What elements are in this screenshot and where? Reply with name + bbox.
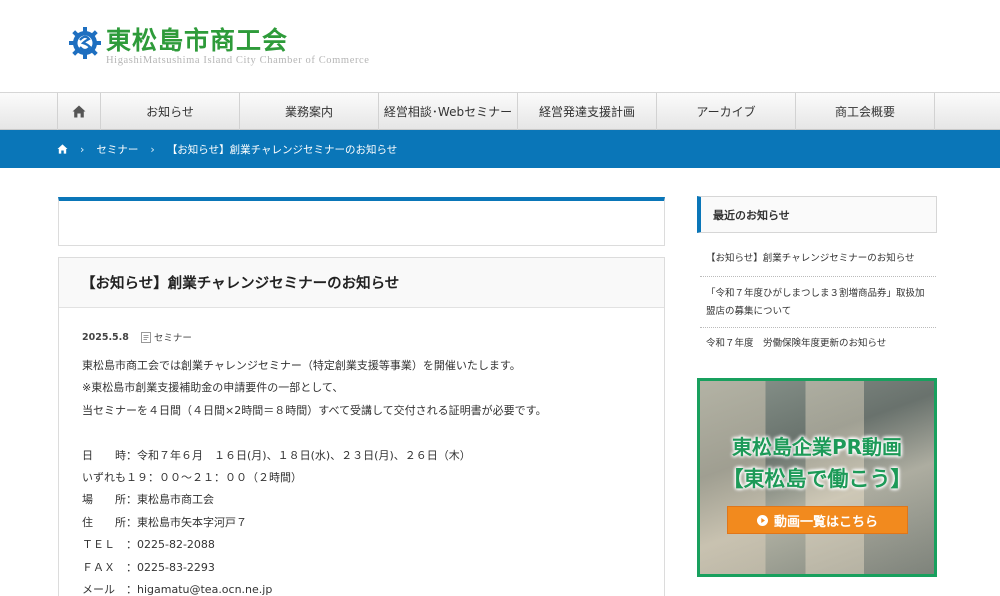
sidebar-recent-heading: 最近のお知らせ <box>697 196 937 233</box>
document-icon <box>140 331 151 343</box>
pr-video-banner[interactable]: 東松島企業PR動画 【東松島で働こう】 動画一覧はこちら <box>697 378 937 577</box>
post-article: 【お知らせ】創業チャレンジセミナーのお知らせ 2025.5.8 セミナー 東松島… <box>58 257 665 596</box>
nav-item-archive[interactable]: アーカイブ <box>657 93 796 130</box>
global-nav: お知らせ 業務案内 経営相談･Webセミナー 経営発達支援計画 アーカイブ 商工… <box>0 92 1000 130</box>
breadcrumb-separator: › <box>150 142 155 156</box>
breadcrumb-separator: › <box>80 142 85 156</box>
logo-subtitle: HigashiMatsushima Island City Chamber of… <box>106 55 370 66</box>
content-top-box <box>58 197 665 246</box>
post-body-line: 当セミナーを４日間（４日間×2時間＝８時間）すべて受講して交付される証明書が必要… <box>82 403 547 417</box>
nav-item-about[interactable]: 商工会概要 <box>796 93 935 130</box>
banner-subtitle: 【東松島で働こう】 <box>722 467 912 491</box>
video-list-button[interactable]: 動画一覧はこちら <box>727 506 908 534</box>
post-body-line: ＦＡＸ ：0225-83-2293 <box>82 560 215 574</box>
post-body-line: ※東松島市創業支援補助金の申請要件の一部として、 <box>82 381 344 395</box>
post-date: 2025.5.8 <box>82 331 129 343</box>
post-body-line: ＴＥＬ ：0225-82-2088 <box>82 538 215 552</box>
post-meta: 2025.5.8 セミナー <box>82 330 192 344</box>
home-icon <box>72 105 86 118</box>
site-logo[interactable]: 東松島市商工会 HigashiMatsushima Island City Ch… <box>68 26 370 66</box>
post-body-line: 場 所：東松島市商工会 <box>82 493 214 507</box>
post-body-line <box>82 422 547 444</box>
post-body-line: いずれも１９：００〜２１：００（２時間） <box>82 470 302 484</box>
breadcrumb-home-icon[interactable] <box>57 144 68 154</box>
video-list-button-label: 動画一覧はこちら <box>773 514 878 530</box>
post-category-link[interactable]: セミナー <box>154 330 192 344</box>
sidebar-recent-list: 【お知らせ】創業チャレンジセミナーのお知らせ 「令和７年度ひがしまつしま３割増商… <box>700 241 936 359</box>
breadcrumb-item-seminar[interactable]: セミナー <box>96 142 138 157</box>
breadcrumb: › セミナー › 【お知らせ】創業チャレンジセミナーのお知らせ <box>0 130 1000 168</box>
nav-item-news[interactable]: お知らせ <box>101 93 240 130</box>
sidebar-recent-item[interactable]: 令和７年度 労働保険年度更新のお知らせ <box>700 328 936 359</box>
banner-title: 東松島企業PR動画 <box>731 435 903 459</box>
nav-item-development-plan[interactable]: 経営発達支援計画 <box>518 93 657 130</box>
gear-logo-icon <box>69 27 101 59</box>
post-body-email-line[interactable]: メール ：higamatu@tea.ocn.ne.jp <box>82 579 547 596</box>
post-body-line: 東松島市商工会では創業チャレンジセミナー（特定創業支援等事業）を開催いたします。 <box>82 359 521 372</box>
post-body-line: 日 時：令和７年６月 １６日(月)、１８日(水)、２３日(月)、２６日（木） <box>82 448 471 462</box>
post-body-line: 住 所：東松島市矢本字河戸７ <box>82 515 247 529</box>
sidebar-recent-item[interactable]: 「令和７年度ひがしまつしま３割増商品券」取扱加盟店の募集について <box>700 277 936 328</box>
nav-item-services[interactable]: 業務案内 <box>240 93 379 130</box>
play-icon <box>756 514 768 526</box>
logo-title: 東松島市商工会 <box>106 26 289 55</box>
site-header: 東松島市商工会 HigashiMatsushima Island City Ch… <box>0 0 1000 92</box>
post-header: 【お知らせ】創業チャレンジセミナーのお知らせ <box>59 258 664 308</box>
breadcrumb-item-current: 【お知らせ】創業チャレンジセミナーのお知らせ <box>166 143 398 156</box>
post-body: 東松島市商工会では創業チャレンジセミナー（特定創業支援等事業）を開催いたします。… <box>82 355 547 596</box>
nav-home-button[interactable] <box>57 93 101 130</box>
nav-item-consulting[interactable]: 経営相談･Webセミナー <box>379 93 518 130</box>
sidebar-recent-item[interactable]: 【お知らせ】創業チャレンジセミナーのお知らせ <box>700 241 936 277</box>
post-title: 【お知らせ】創業チャレンジセミナーのお知らせ <box>81 276 400 292</box>
